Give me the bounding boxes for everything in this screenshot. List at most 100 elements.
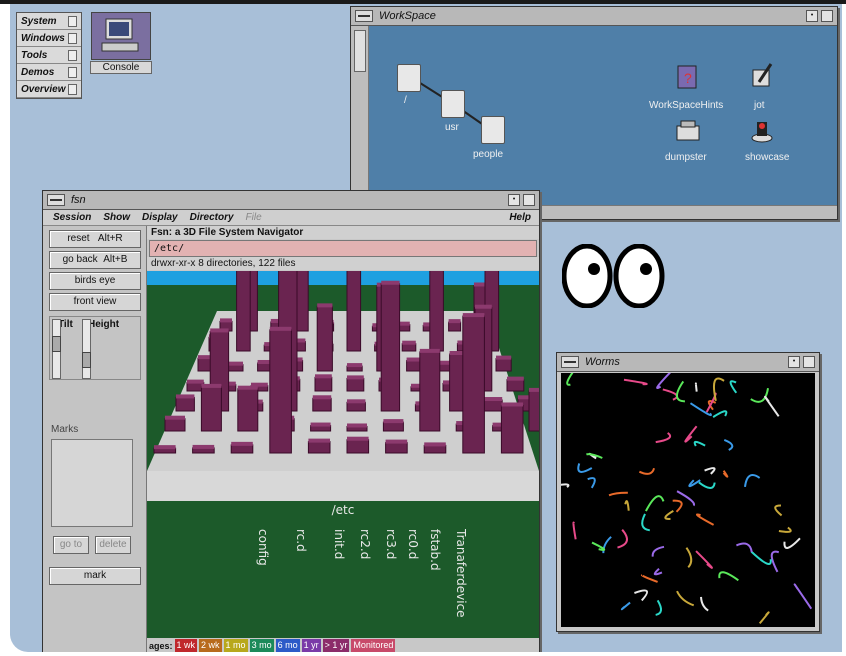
- toolchest: System Windows Tools Demos Overview: [16, 12, 82, 99]
- minimize-icon[interactable]: •: [788, 356, 800, 368]
- birds-eye-button[interactable]: birds eye: [49, 272, 141, 290]
- root-folder-icon[interactable]: [397, 64, 421, 92]
- age-monitored: Monitored: [351, 639, 396, 652]
- menu-box-icon: [68, 32, 77, 44]
- subdirectory-label[interactable]: config: [256, 529, 270, 566]
- maximize-icon[interactable]: [803, 356, 815, 368]
- workspace-titlebar[interactable]: WorkSpace •: [351, 7, 837, 26]
- file-block: [495, 355, 512, 372]
- worm-trail: [700, 596, 709, 612]
- dumpster-icon[interactable]: [675, 118, 701, 144]
- worm-trail: [645, 495, 665, 512]
- ages-label: ages:: [149, 640, 173, 651]
- maximize-icon[interactable]: [523, 194, 535, 206]
- scroll-thumb[interactable]: [354, 30, 366, 72]
- view-sliders: Tilt Height: [49, 316, 141, 380]
- worm-trail: [793, 583, 813, 610]
- menu-box-icon: [68, 49, 77, 61]
- toolchest-item-tools[interactable]: Tools: [17, 47, 81, 64]
- shortcut-label: Alt+R: [97, 233, 123, 244]
- marks-list[interactable]: [51, 439, 133, 527]
- file-block: [346, 436, 370, 454]
- maximize-icon[interactable]: [821, 10, 833, 22]
- front-view-button[interactable]: front view: [49, 293, 141, 311]
- button-label: go back: [62, 254, 98, 265]
- fsn-menubar: Session Show Display Directory File Help: [43, 210, 539, 226]
- file-block: [380, 280, 401, 412]
- worms-window: Worms •: [547, 352, 820, 632]
- window-menu-icon[interactable]: [355, 10, 373, 22]
- workspace-canvas[interactable]: / usr people ? WorkSpaceHints jot dumpst…: [369, 26, 837, 205]
- worm-trail: [722, 470, 729, 478]
- file-block: [346, 399, 366, 412]
- button-label: reset: [67, 233, 90, 244]
- console-desktop-icon[interactable]: Console: [90, 12, 152, 74]
- subdirectory-label[interactable]: init.d: [332, 529, 346, 559]
- menu-help[interactable]: Help: [509, 212, 531, 223]
- vertical-scrollbar[interactable]: [351, 26, 369, 205]
- showcase-icon[interactable]: [749, 118, 775, 144]
- subdirectory-label[interactable]: fstab.d: [428, 529, 442, 571]
- age-6mo: 6 mo: [275, 639, 300, 652]
- file-block: [314, 374, 333, 392]
- toolchest-item-demos[interactable]: Demos: [17, 64, 81, 81]
- toolchest-item-system[interactable]: System: [17, 13, 81, 30]
- worm-trail: [653, 568, 663, 576]
- icon-label: WorkSpaceHints: [649, 100, 724, 111]
- file-block: [153, 445, 177, 454]
- worm-trail: [623, 378, 648, 386]
- go-back-button[interactable]: go back Alt+B: [49, 251, 141, 269]
- subdirectory-label[interactable]: rc3.d: [384, 529, 398, 559]
- menu-directory[interactable]: Directory: [190, 212, 234, 223]
- menu-box-icon: [68, 66, 77, 78]
- worm-trail: [547, 483, 570, 488]
- worm-trail: [638, 467, 656, 475]
- help-book-icon[interactable]: ?: [675, 64, 701, 90]
- go-to-button[interactable]: go to: [53, 536, 89, 554]
- file-block: [462, 313, 485, 454]
- mark-button[interactable]: mark: [49, 567, 141, 585]
- menu-session[interactable]: Session: [53, 212, 91, 223]
- fsn-window: fsn • Session Show Display Directory Fil…: [42, 190, 540, 652]
- subdirectory-label[interactable]: Tranaferdevice: [454, 528, 468, 618]
- file-block: [175, 394, 195, 412]
- reset-button[interactable]: reset Alt+R: [49, 230, 141, 248]
- subdirectory-label[interactable]: rc2.d: [358, 529, 372, 559]
- file-block: [346, 375, 365, 392]
- file-block: [448, 319, 462, 332]
- menu-show[interactable]: Show: [103, 212, 130, 223]
- fsn-titlebar[interactable]: fsn •: [43, 191, 539, 210]
- delete-button[interactable]: delete: [95, 536, 131, 554]
- worms-titlebar[interactable]: Worms •: [557, 353, 819, 372]
- file-block: [307, 438, 331, 454]
- toolchest-item-windows[interactable]: Windows: [17, 30, 81, 47]
- 3d-file-scene[interactable]: /etc config rc.d init.d rc2.d rc3.d rc0.d fsta…: [147, 271, 539, 640]
- file-block: [385, 439, 408, 454]
- minimize-icon[interactable]: •: [508, 194, 520, 206]
- toolchest-item-overview[interactable]: Overview: [17, 81, 81, 98]
- menu-box-icon: [68, 83, 77, 95]
- window-menu-icon[interactable]: [47, 194, 65, 206]
- usr-folder-icon[interactable]: [441, 90, 465, 118]
- minimize-icon[interactable]: •: [806, 10, 818, 22]
- file-block: [164, 415, 186, 432]
- file-block: [401, 340, 417, 352]
- console-label: Console: [90, 61, 152, 74]
- file-block: [295, 271, 309, 332]
- worm-trail: [695, 550, 713, 569]
- people-folder-icon[interactable]: [481, 116, 505, 144]
- file-block: [200, 383, 222, 432]
- window-menu-icon[interactable]: [561, 356, 579, 368]
- tilt-knob[interactable]: [52, 336, 61, 352]
- path-field[interactable]: /etc/: [149, 240, 537, 257]
- height-knob[interactable]: [82, 352, 91, 368]
- jot-pen-icon[interactable]: [749, 62, 775, 88]
- tilt-slider[interactable]: [52, 319, 61, 379]
- height-slider[interactable]: [82, 319, 91, 379]
- worm-trail: [718, 571, 739, 582]
- worm-trail: [641, 513, 651, 532]
- subdirectory-label[interactable]: rc0.d: [406, 529, 420, 559]
- svg-text:?: ?: [684, 70, 692, 86]
- menu-display[interactable]: Display: [142, 212, 178, 223]
- subdirectory-label[interactable]: rc.d: [294, 529, 308, 552]
